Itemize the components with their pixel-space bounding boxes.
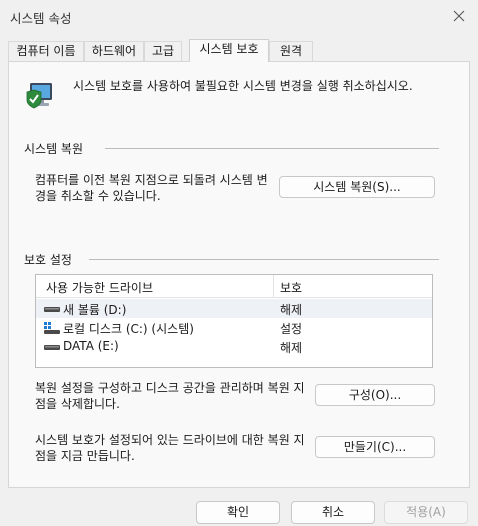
- protection-group-title: 보호 설정: [24, 253, 72, 267]
- system-restore-button[interactable]: 시스템 복원(S)...: [279, 176, 435, 198]
- drive-status: 해제: [280, 341, 303, 355]
- hard-drive-icon: [44, 345, 60, 350]
- close-button[interactable]: [448, 5, 470, 27]
- close-icon: [453, 10, 465, 22]
- computer-shield-icon: [26, 83, 52, 109]
- tab-computer-name[interactable]: 컴퓨터 이름: [8, 41, 84, 61]
- column-separator[interactable]: [273, 275, 274, 297]
- system-drive-icon: [44, 322, 60, 334]
- restore-group-title: 시스템 복원: [24, 142, 84, 156]
- configure-button[interactable]: 구성(O)...: [315, 384, 435, 406]
- tab-panel: 시스템 보호를 사용하여 불필요한 시스템 변경을 실행 취소하십시오. 시스템…: [8, 61, 470, 488]
- drive-list[interactable]: 사용 가능한 드라이브 보호 새 볼륨 (D:) 해제 로컬 디스크 (C:) …: [35, 274, 433, 368]
- create-description: 시스템 보호가 설정되어 있는 드라이브에 대한 복원 지점을 지금 만듭니다.: [35, 433, 305, 463]
- create-button[interactable]: 만들기(C)...: [315, 436, 435, 458]
- header-description: 시스템 보호를 사용하여 불필요한 시스템 변경을 실행 취소하십시오.: [73, 79, 413, 93]
- drive-name: DATA (E:): [63, 339, 119, 353]
- protection-group-divider: [89, 259, 439, 260]
- hard-drive-icon: [44, 307, 60, 312]
- tab-system-protection[interactable]: 시스템 보호: [189, 39, 269, 62]
- drive-status: 설정: [280, 322, 303, 336]
- title-bar: 시스템 속성: [0, 0, 478, 32]
- tab-hardware[interactable]: 하드웨어: [84, 41, 144, 61]
- drive-status: 해제: [280, 303, 303, 317]
- column-header-status[interactable]: 보호: [280, 279, 302, 296]
- window-title: 시스템 속성: [10, 11, 72, 26]
- restore-group-divider: [105, 148, 439, 149]
- drive-name: 로컬 디스크 (C:) (시스템): [63, 322, 194, 336]
- drive-row[interactable]: DATA (E:) 해제: [36, 337, 432, 356]
- drive-name: 새 볼륨 (D:): [63, 303, 127, 317]
- tab-advanced[interactable]: 고급: [144, 41, 182, 61]
- drive-row[interactable]: 로컬 디스크 (C:) (시스템) 설정: [36, 318, 432, 337]
- list-header: 사용 가능한 드라이브 보호: [36, 275, 432, 298]
- restore-description: 컴퓨터를 이전 복원 지점으로 되돌려 시스템 변경을 취소할 수 있습니다.: [35, 173, 268, 203]
- drive-row[interactable]: 새 볼륨 (D:) 해제: [36, 299, 432, 318]
- column-header-drive[interactable]: 사용 가능한 드라이브: [46, 279, 153, 296]
- configure-description: 복원 설정을 구성하고 디스크 공간을 관리하며 복원 지점을 삭제합니다.: [35, 381, 305, 411]
- apply-button[interactable]: 적용(A): [384, 501, 468, 524]
- cancel-button[interactable]: 취소: [291, 501, 375, 524]
- ok-button[interactable]: 확인: [196, 501, 280, 524]
- tab-remote[interactable]: 원격: [269, 41, 313, 61]
